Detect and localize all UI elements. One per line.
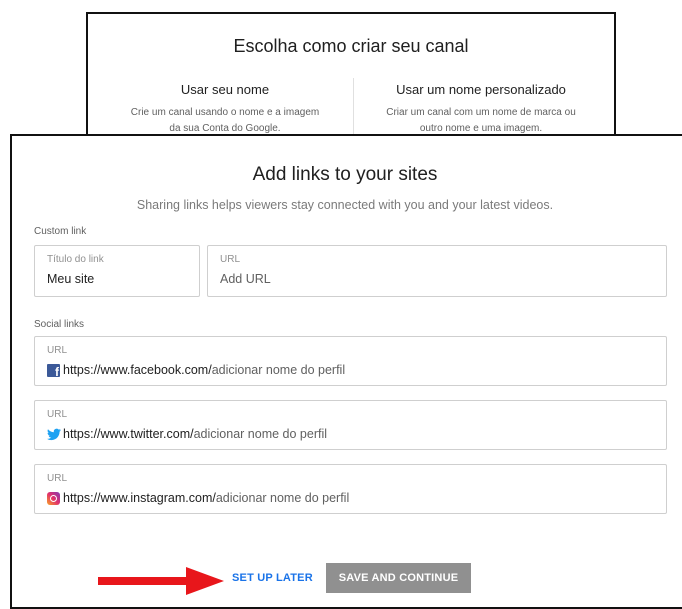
url-placeholder: adicionar nome do perfil [215, 491, 350, 505]
add-links-dialog: Add links to your sites Sharing links he… [10, 134, 682, 609]
instagram-icon [47, 491, 60, 505]
url-placeholder: Add URL [220, 272, 271, 286]
option-description: Criar um canal com um nome de marca ou o… [386, 107, 576, 134]
facebook-icon [47, 363, 60, 379]
channel-chooser-dialog: Escolha como criar seu canal Usar seu no… [86, 12, 616, 144]
field-label: URL [47, 345, 68, 356]
url-placeholder: adicionar nome do perfil [193, 427, 328, 441]
url-placeholder: adicionar nome do perfil [211, 363, 346, 377]
field-label: Título do link [47, 254, 104, 265]
channel-chooser-title: Escolha como criar seu canal [233, 36, 469, 56]
option-title: Usar seu nome [180, 82, 270, 97]
facebook-url-field[interactable]: URL https://www.facebook.com/adicionar n… [34, 336, 667, 386]
save-and-continue-button[interactable]: SAVE AND CONTINUE [326, 563, 471, 593]
link-title-field[interactable]: Título do link Meu site [34, 245, 200, 297]
custom-link-section-label: Custom link [34, 226, 87, 237]
social-links-section-label: Social links [34, 319, 85, 330]
option-custom-name[interactable]: Usar um nome personalizado Criar um cana… [356, 82, 606, 137]
link-title-value: Meu site [47, 272, 95, 286]
twitter-url-field[interactable]: URL https://www.twitter.com/adicionar no… [34, 400, 667, 450]
url-prefix: https://www.facebook.com/ [63, 363, 212, 377]
set-up-later-button[interactable]: SET UP LATER [232, 572, 313, 584]
option-description: Crie um canal usando o nome e a imagem d… [130, 107, 320, 134]
dialog-subtitle: Sharing links helps viewers stay connect… [136, 198, 554, 212]
field-label: URL [47, 409, 68, 420]
field-label: URL [47, 473, 68, 484]
dialog-title: Add links to your sites [252, 164, 438, 185]
instagram-url-field[interactable]: URL https://www.instagram.com/adicionar … [34, 464, 667, 514]
field-label: URL [220, 254, 241, 265]
option-use-your-name[interactable]: Usar seu nome Crie um canal usando o nom… [100, 82, 350, 137]
url-prefix: https://www.instagram.com/ [63, 491, 216, 505]
option-title: Usar um nome personalizado [396, 82, 566, 97]
red-arrow-annotation [98, 567, 224, 595]
url-prefix: https://www.twitter.com/ [63, 427, 194, 441]
custom-url-field[interactable]: URL Add URL [207, 245, 667, 297]
twitter-icon [47, 428, 61, 441]
